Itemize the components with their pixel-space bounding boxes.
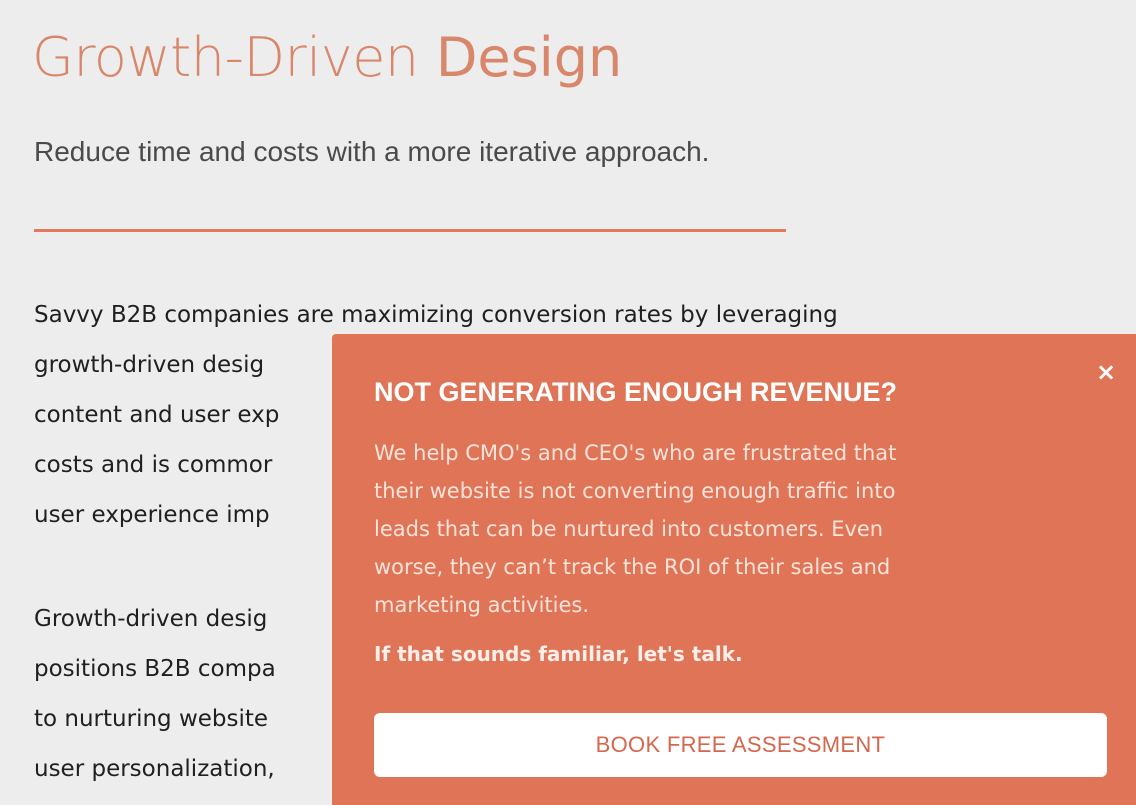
paragraph-2-line: to nurturing website xyxy=(34,706,269,732)
revenue-popup: × NOT GENERATING ENOUGH REVENUE? We help… xyxy=(332,334,1136,805)
title-divider xyxy=(34,229,786,232)
popup-body: We help CMO's and CEO's who are frustrat… xyxy=(374,434,1074,624)
popup-heading: NOT GENERATING ENOUGH REVENUE? xyxy=(374,377,898,407)
popup-body-line: leads that can be nurtured into customer… xyxy=(374,517,884,541)
paragraph-2-line: positions B2B compa xyxy=(34,656,276,682)
popup-body-line: marketing activities. xyxy=(374,593,590,617)
popup-body-line: worse, they can’t track the ROI of their… xyxy=(374,555,891,579)
popup-body-line: their website is not converting enough t… xyxy=(374,479,896,503)
paragraph-2-line: user personalization, xyxy=(34,756,275,782)
paragraph-1-line: Savvy B2B companies are maximizing conve… xyxy=(34,302,838,328)
page-subtitle: Reduce time and costs with a more iterat… xyxy=(34,136,710,167)
close-icon[interactable]: × xyxy=(1092,358,1120,386)
paragraph-2-line: Growth-driven desig xyxy=(34,606,268,632)
popup-body-line: We help CMO's and CEO's who are frustrat… xyxy=(374,441,897,465)
paragraph-2: Growth-driven desig positions B2B compa … xyxy=(34,594,276,794)
book-free-assessment-button[interactable]: BOOK FREE ASSESSMENT xyxy=(374,713,1107,777)
page-title-part2: Design xyxy=(435,26,623,89)
page-title: Growth-Driven Design xyxy=(32,18,622,98)
popup-cta-text: If that sounds familiar, let's talk. xyxy=(374,642,743,666)
page-title-part1: Growth-Driven xyxy=(32,26,419,89)
page: Growth-Driven Design Reduce time and cos… xyxy=(0,0,1136,805)
